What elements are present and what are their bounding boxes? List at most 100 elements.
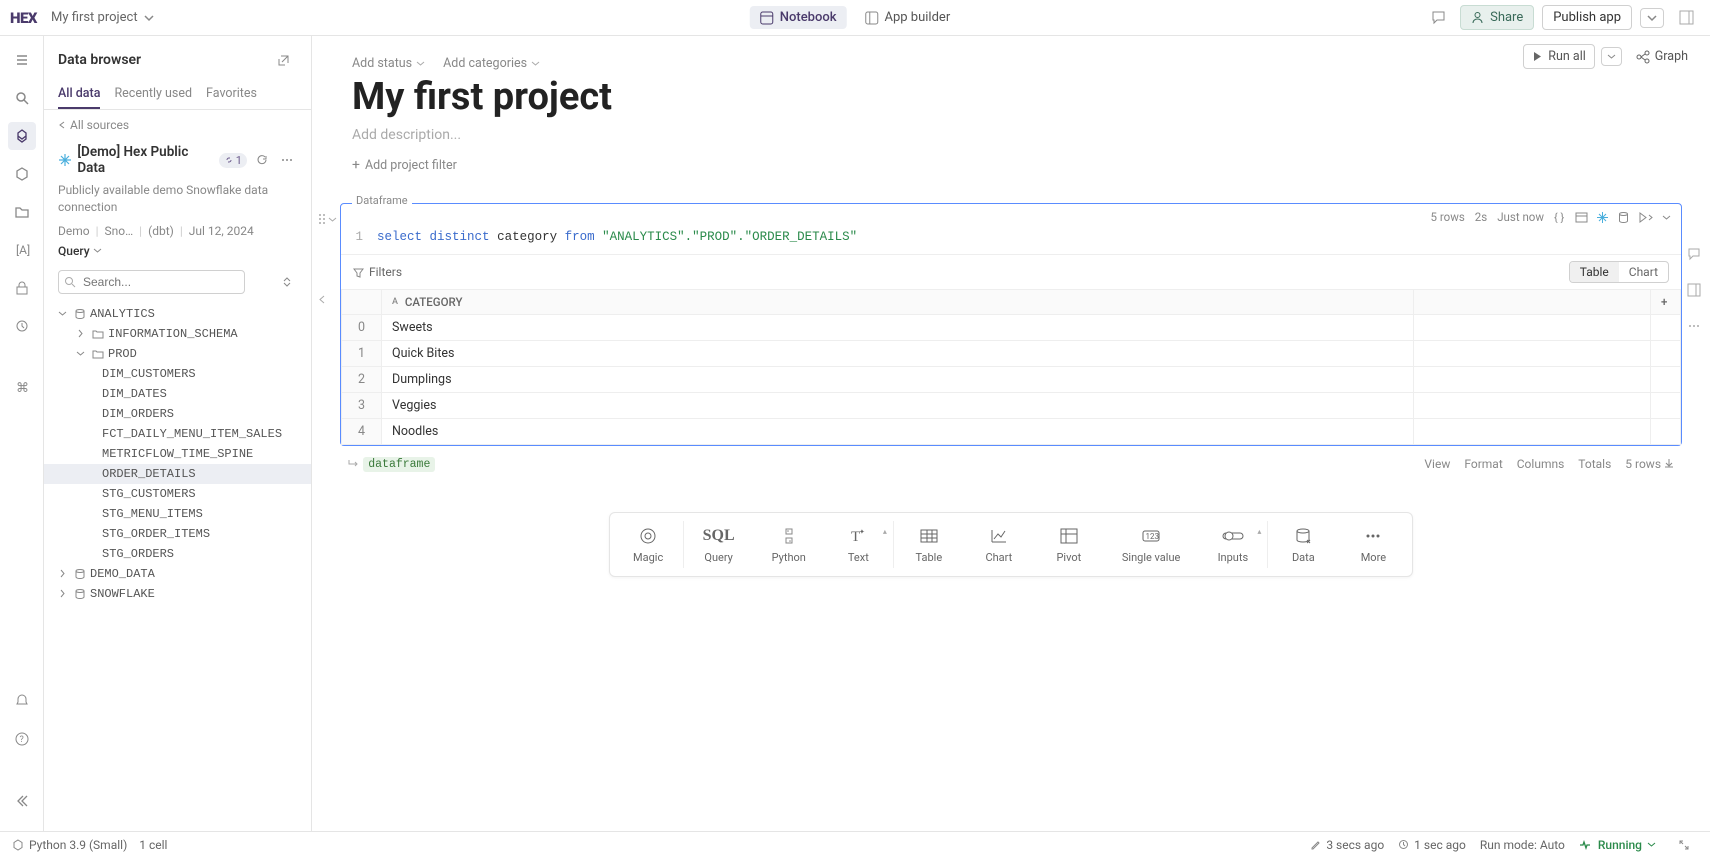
rail-files[interactable] — [8, 198, 36, 226]
cell-menu-button[interactable] — [1662, 213, 1671, 222]
cell-more[interactable] — [1680, 312, 1708, 340]
sidebar-tab-recent[interactable]: Recently used — [114, 80, 192, 109]
breadcrumb[interactable]: All sources — [44, 110, 311, 140]
refresh-button[interactable] — [253, 150, 272, 170]
run-cell-button[interactable] — [1638, 211, 1654, 224]
footer-totals[interactable]: Totals — [1578, 457, 1611, 471]
source-name[interactable]: [Demo] Hex Public Data — [77, 144, 212, 176]
view-table[interactable]: Table — [1570, 262, 1619, 282]
rail-notifications[interactable] — [8, 687, 36, 715]
run-mode[interactable]: Run mode: Auto — [1480, 838, 1565, 852]
kernel-status[interactable]: Python 3.9 (Small) — [12, 838, 127, 852]
filters-button[interactable]: Filters — [353, 265, 402, 279]
collapse-all-button[interactable] — [277, 272, 297, 292]
footer-columns[interactable]: Columns — [1517, 457, 1565, 471]
sidebar-tab-all[interactable]: All data — [58, 80, 100, 109]
add-more[interactable]: More — [1338, 521, 1408, 568]
rail-outline[interactable] — [8, 46, 36, 74]
query-dropdown[interactable]: Query — [58, 244, 102, 258]
add-categories[interactable]: Add categories — [443, 56, 540, 71]
popout-button[interactable] — [269, 46, 297, 74]
table-row[interactable]: 2Dumplings — [342, 367, 1681, 393]
tree-table[interactable]: DIM_DATES — [44, 384, 311, 404]
run-all-button[interactable]: Run all — [1523, 44, 1594, 69]
add-text[interactable]: ▴T✦Text — [824, 521, 894, 568]
tab-notebook[interactable]: Notebook — [750, 6, 847, 29]
add-pivot[interactable]: Pivot — [1034, 521, 1104, 568]
cell-count[interactable]: 1 cell — [139, 838, 167, 852]
tree-schema-demo-data[interactable]: DEMO_DATA — [44, 564, 311, 584]
graph-button[interactable]: Graph — [1628, 45, 1696, 68]
tree-schema-analytics[interactable]: ANALYTICS — [44, 304, 311, 324]
add-python[interactable]: Python — [754, 521, 824, 568]
publish-dropdown[interactable] — [1640, 8, 1664, 28]
index-header[interactable] — [342, 290, 382, 315]
description-input[interactable]: Add description... — [352, 127, 1670, 143]
copy-button[interactable] — [1617, 211, 1630, 224]
tree-table[interactable]: STG_ORDER_ITEMS — [44, 524, 311, 544]
sidebar-tab-fav[interactable]: Favorites — [206, 80, 257, 109]
add-inputs[interactable]: ▴Inputs — [1198, 521, 1268, 568]
page-title[interactable]: My first project — [352, 75, 1670, 119]
panel-toggle-button[interactable] — [1672, 4, 1700, 32]
braces-button[interactable]: { } — [1554, 211, 1567, 224]
cell-collapse[interactable] — [318, 295, 327, 304]
rail-data[interactable] — [8, 122, 36, 150]
add-single-value[interactable]: 123Single value — [1104, 521, 1199, 568]
rail-vars[interactable]: [A] — [8, 236, 36, 264]
run-all-dropdown[interactable] — [1601, 47, 1622, 66]
rail-shortcuts[interactable]: ⌘ — [8, 374, 36, 402]
tree-schema-snowflake[interactable]: SNOWFLAKE — [44, 584, 311, 604]
view-chart[interactable]: Chart — [1619, 262, 1668, 282]
comment-button[interactable] — [1424, 4, 1452, 32]
footer-rowcount[interactable]: 5 rows — [1625, 457, 1674, 471]
footer-view[interactable]: View — [1424, 457, 1450, 471]
search-input[interactable] — [58, 270, 245, 294]
project-name-dropdown[interactable]: My first project — [51, 10, 154, 25]
add-column-button[interactable]: + — [1651, 290, 1681, 315]
last-ran[interactable]: 1 sec ago — [1398, 838, 1466, 852]
tree-folder-prod[interactable]: PROD — [44, 344, 311, 364]
add-magic[interactable]: Magic — [614, 521, 684, 568]
cell-drag-handle[interactable] — [318, 213, 337, 225]
tree-table[interactable]: STG_ORDERS — [44, 544, 311, 564]
add-chart[interactable]: Chart — [964, 521, 1034, 568]
rail-history[interactable] — [8, 312, 36, 340]
footer-format[interactable]: Format — [1464, 457, 1502, 471]
tree-table[interactable]: STG_MENU_ITEMS — [44, 504, 311, 524]
table-row[interactable]: 0Sweets — [342, 315, 1681, 341]
table-row[interactable]: 4Noodles — [342, 419, 1681, 445]
cell-panel[interactable] — [1680, 276, 1708, 304]
tree-table[interactable]: DIM_ORDERS — [44, 404, 311, 424]
rail-package[interactable] — [8, 160, 36, 188]
tree-table[interactable]: DIM_CUSTOMERS — [44, 364, 311, 384]
rail-search[interactable] — [8, 84, 36, 112]
table-row[interactable]: 3Veggies — [342, 393, 1681, 419]
logo[interactable]: HEX — [10, 9, 37, 27]
table-row[interactable]: 1Quick Bites — [342, 341, 1681, 367]
format-button[interactable] — [1575, 211, 1588, 224]
last-edited[interactable]: 3 secs ago — [1310, 838, 1384, 852]
rail-help[interactable]: ? — [8, 725, 36, 753]
code-editor[interactable]: 1 select distinct category from "ANALYTI… — [341, 226, 1681, 254]
share-button[interactable]: Share — [1460, 5, 1534, 30]
add-project-filter[interactable]: +Add project filter — [352, 157, 1670, 173]
run-state[interactable]: Running — [1579, 838, 1656, 852]
column-header[interactable]: A CATEGORY — [382, 290, 1414, 315]
rail-collapse[interactable] — [8, 787, 36, 815]
tree-table[interactable]: FCT_DAILY_MENU_ITEM_SALES — [44, 424, 311, 444]
add-data[interactable]: Data — [1268, 521, 1338, 568]
magic-button[interactable] — [1596, 211, 1609, 224]
tree-table[interactable]: STG_CUSTOMERS — [44, 484, 311, 504]
tab-app-builder[interactable]: App builder — [855, 6, 961, 29]
add-query[interactable]: SQLQuery — [684, 521, 754, 568]
tree-folder-information-schema[interactable]: INFORMATION_SCHEMA — [44, 324, 311, 344]
tree-table-selected[interactable]: ORDER_DETAILS — [44, 464, 311, 484]
expand-button[interactable] — [1670, 831, 1698, 859]
cell-comment[interactable] — [1680, 240, 1708, 268]
rail-secrets[interactable] — [8, 274, 36, 302]
output-variable[interactable]: dataframe — [348, 456, 435, 472]
add-status[interactable]: Add status — [352, 56, 425, 71]
publish-button[interactable]: Publish app — [1542, 5, 1632, 30]
link-badge[interactable]: 1 — [219, 153, 247, 168]
